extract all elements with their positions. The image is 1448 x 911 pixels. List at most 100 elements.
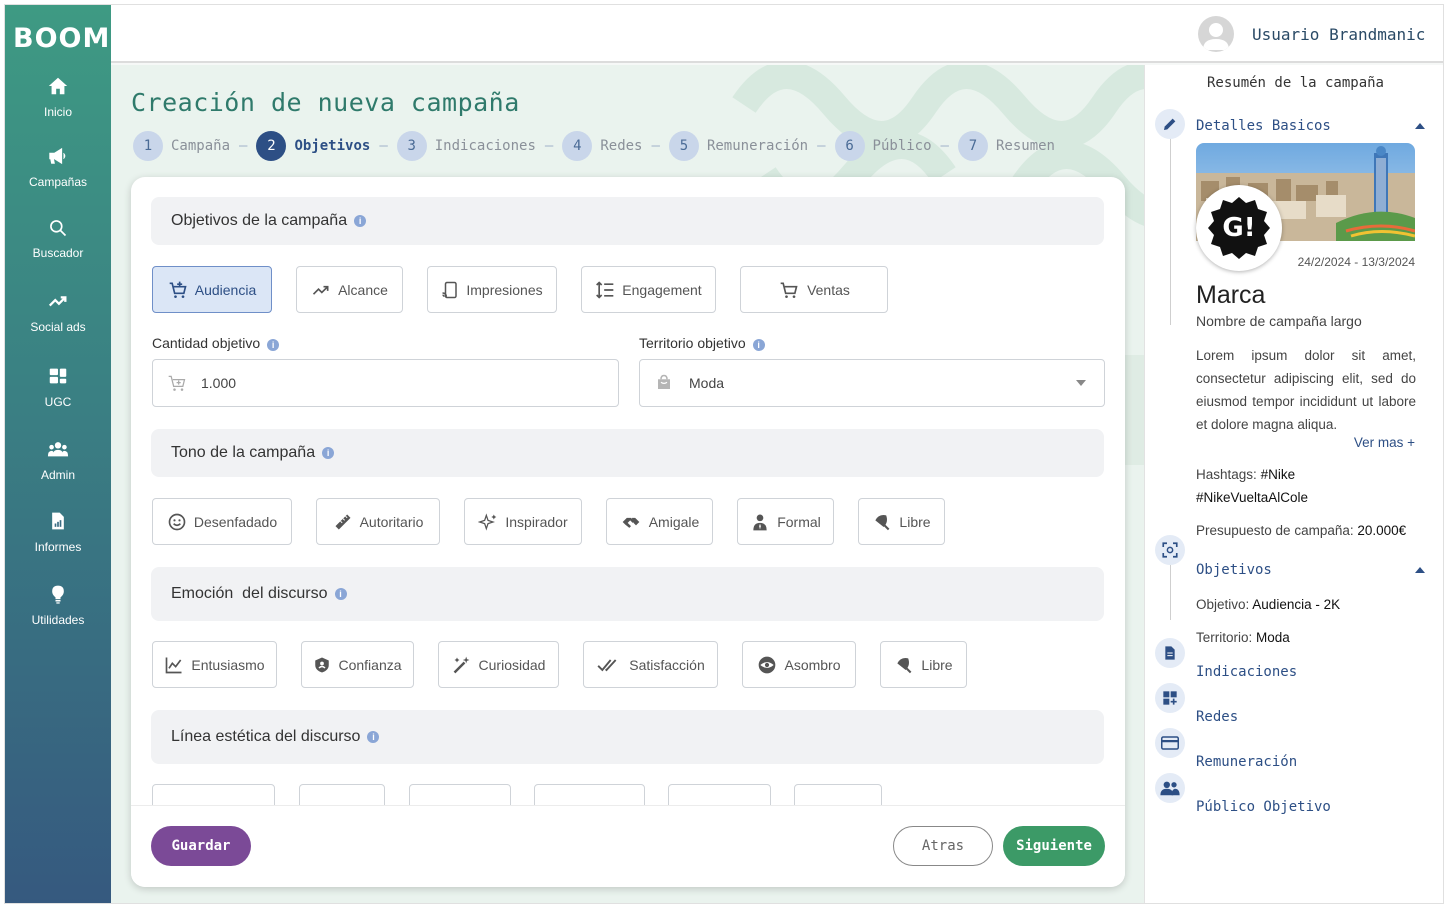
collapse-caret-icon[interactable]: [1415, 123, 1425, 129]
info-icon[interactable]: i: [322, 447, 335, 459]
tone-formal-chip[interactable]: Formal: [737, 498, 834, 545]
step-publico[interactable]: 6 Público —: [834, 131, 958, 161]
step-resumen[interactable]: 7 Resumen: [957, 131, 1055, 161]
back-button[interactable]: Atras: [893, 826, 993, 866]
step-number: 6: [834, 131, 865, 161]
step-redes[interactable]: 4 Redes —: [562, 131, 669, 161]
brand-name: Marca: [1196, 281, 1266, 309]
quantity-input[interactable]: 1.000: [152, 359, 619, 407]
tone-inspirador-chip[interactable]: Inspirador: [464, 498, 582, 545]
form-footer: Guardar Atras Siguiente: [131, 805, 1125, 887]
sidebar-item-ugc[interactable]: UGC: [5, 365, 111, 411]
info-icon[interactable]: i: [334, 588, 347, 600]
sidebar-item-buscador[interactable]: Buscador: [5, 218, 111, 262]
summary-territory: Territorio: Moda: [1196, 630, 1290, 645]
cart-icon: [780, 282, 798, 298]
emotion-satisfaccion-chip[interactable]: Satisfacción: [583, 641, 718, 688]
step-number: 4: [562, 131, 593, 161]
step-number: 3: [396, 131, 427, 161]
territory-select[interactable]: Moda: [639, 359, 1105, 407]
objectives-section-title[interactable]: Objetivos: [1196, 562, 1272, 578]
sidebar-item-label: UGC: [44, 395, 72, 409]
indications-section-title[interactable]: Indicaciones: [1196, 664, 1297, 680]
page-title: Creación de nueva campaña: [131, 88, 520, 117]
collapse-caret-icon[interactable]: [1415, 567, 1425, 573]
tone-amigale-chip[interactable]: Amigale: [606, 498, 713, 545]
username[interactable]: Usuario Brandmanic: [1252, 25, 1425, 44]
save-button[interactable]: Guardar: [151, 826, 251, 866]
sidebar-item-admin[interactable]: Admin: [5, 438, 111, 484]
step-objetivos[interactable]: 2 Objetivos —: [256, 131, 396, 161]
dashboard-icon: [49, 368, 67, 384]
emotion-curiosidad-chip[interactable]: Curiosidad: [438, 641, 559, 688]
section-title: Objetivos de la campaña: [171, 212, 348, 229]
info-icon[interactable]: i: [354, 215, 367, 227]
objective-ventas-chip[interactable]: Ventas: [740, 266, 888, 313]
step-indicaciones[interactable]: 3 Indicaciones —: [396, 131, 563, 161]
objective-engagement-chip[interactable]: Engagement: [581, 266, 716, 313]
avatar[interactable]: [1198, 16, 1234, 52]
chip-label: Alcance: [338, 281, 388, 298]
person-tie-icon: [753, 514, 767, 530]
emotion-section-header: Emoción del discurso i: [151, 567, 1104, 621]
chevron-down-icon[interactable]: [1076, 380, 1086, 386]
chip-label: Desenfadado: [193, 513, 278, 530]
sidebar-item-social-ads[interactable]: Social ads: [5, 290, 111, 336]
budget: Presupuesto de campaña: 20.000€: [1196, 523, 1407, 538]
info-icon[interactable]: i: [752, 339, 765, 351]
chip-label: Libre: [921, 656, 953, 673]
boom-logo[interactable]: BOOM: [13, 23, 109, 54]
brand-logo-text: G!: [1222, 213, 1256, 243]
line-spacing-icon: [596, 280, 614, 299]
campaign-summary-panel: Resumén de la campaña Detalles Basicos G…: [1144, 65, 1443, 903]
main-content: Creación de nueva campaña 1 Campaña — 2 Obj…: [111, 65, 1144, 903]
quantity-value: 1.000: [201, 375, 237, 391]
tone-autoritario-chip[interactable]: Autoritario: [316, 498, 440, 545]
emotion-asombro-chip[interactable]: Asombro: [742, 641, 856, 688]
objective-impresiones-chip[interactable]: Impresiones: [427, 266, 557, 313]
remuneration-section-title[interactable]: Remuneración: [1196, 754, 1297, 770]
next-button[interactable]: Siguiente: [1003, 826, 1105, 866]
sidebar-item-utilidades[interactable]: Utilidades: [5, 583, 111, 629]
magic-wand-icon: [453, 656, 470, 673]
step-campana[interactable]: 1 Campaña —: [133, 131, 256, 161]
cast-icon: [442, 281, 458, 298]
chip-label: Confianza: [338, 656, 402, 673]
cart-outline-icon: [168, 375, 186, 391]
territory-value: Moda: [689, 375, 725, 391]
tone-desenfadado-chip[interactable]: Desenfadado: [152, 498, 292, 545]
step-label: Resumen: [995, 138, 1055, 154]
sidebar-item-informes[interactable]: Informes: [5, 510, 111, 556]
chip-label: Inspirador: [505, 513, 568, 530]
beach-umbrella-icon: [875, 514, 890, 530]
chip-label: Libre: [899, 513, 931, 530]
objective-audiencia-chip[interactable]: Audiencia: [152, 266, 272, 313]
step-remuneracion[interactable]: 5 Remuneración —: [668, 131, 835, 161]
tone-libre-chip[interactable]: Libre: [858, 498, 945, 545]
audience-section-title[interactable]: Público Objetivo: [1196, 799, 1331, 815]
info-icon[interactable]: i: [267, 339, 280, 351]
emotion-confianza-chip[interactable]: Confianza: [301, 641, 414, 688]
line-chart-icon: [166, 657, 182, 673]
sidebar-item-label: Inicio: [43, 105, 72, 119]
networks-section-title[interactable]: Redes: [1196, 709, 1238, 725]
emotion-entusiasmo-chip[interactable]: Entusiasmo: [152, 641, 277, 688]
sidebar-item-label: Utilidades: [31, 613, 85, 627]
sidebar-item-campanas[interactable]: Campañas: [5, 145, 111, 191]
chip-label: Audiencia: [194, 281, 257, 298]
campaign-dates: 24/2/2024 - 13/3/2024: [1297, 255, 1415, 269]
sidebar-item-label: Buscador: [32, 246, 84, 260]
step-number: 2: [256, 131, 287, 161]
report-icon: [52, 512, 64, 530]
details-section-title[interactable]: Detalles Basicos: [1196, 118, 1331, 134]
chip-label: Satisfacción: [629, 656, 705, 673]
step-label: Indicaciones: [434, 138, 536, 154]
emotion-libre-chip[interactable]: Libre: [880, 641, 967, 688]
step-number: 7: [957, 131, 988, 161]
objective-alcance-chip[interactable]: Alcance: [296, 266, 403, 313]
sidebar-item-inicio[interactable]: Inicio: [5, 75, 111, 121]
cart-plus-icon: [169, 281, 187, 298]
user-silhouette-icon: [1203, 23, 1229, 50]
info-icon[interactable]: i: [367, 731, 380, 743]
see-more-link[interactable]: Ver mas +: [1196, 431, 1415, 454]
